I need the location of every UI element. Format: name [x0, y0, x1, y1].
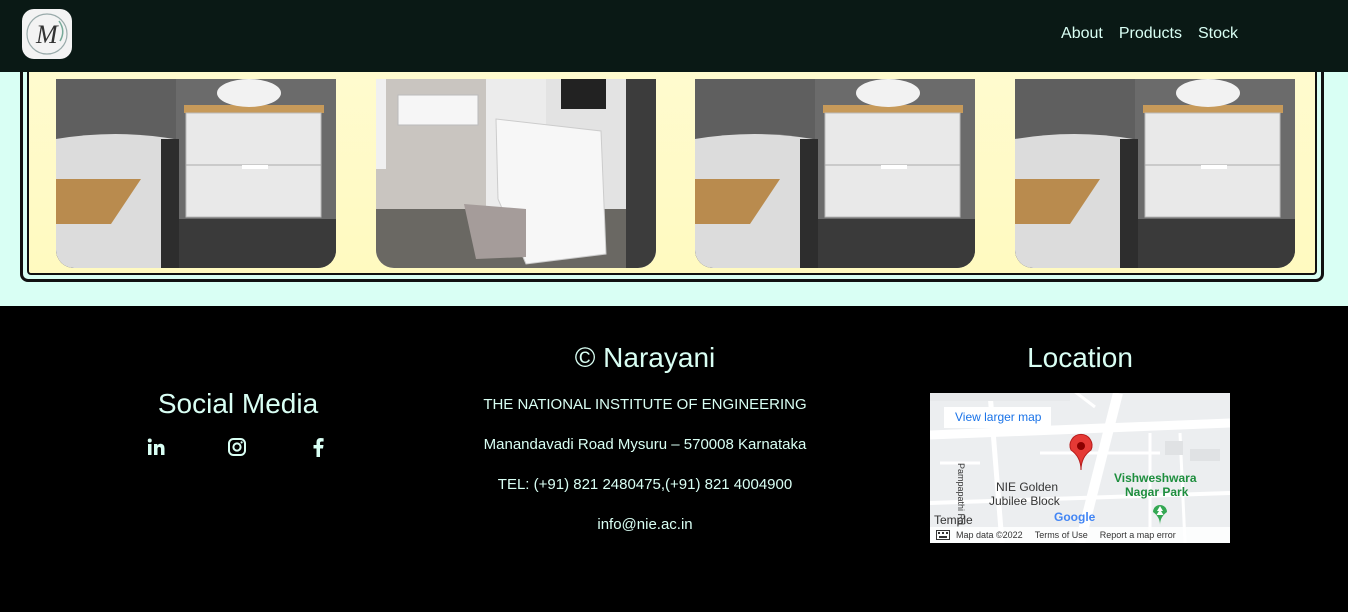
address-line: Manandavadi Road Mysuru – 570008 Karnata…: [483, 436, 807, 453]
nav-link-stock[interactable]: Stock: [1198, 25, 1238, 43]
park-tree-icon: [1153, 505, 1167, 525]
social-media-title: Social Media: [157, 388, 319, 419]
email-line[interactable]: info@nie.ac.in: [440, 516, 850, 533]
map-label-temple: Temple: [934, 513, 973, 527]
map-label-block-2: Jubilee Block: [989, 494, 1060, 508]
map-pin-icon: [1069, 433, 1093, 471]
product-image-vanity-2[interactable]: [695, 79, 975, 268]
nav-link-products[interactable]: Products: [1119, 25, 1182, 43]
nav-link-about[interactable]: About: [1061, 25, 1103, 43]
map-label-park-2: Nagar Park: [1125, 485, 1189, 499]
svg-text:M: M: [35, 20, 59, 49]
google-logo: Google: [1054, 510, 1096, 524]
nav-links: About Products Stock: [1061, 0, 1238, 68]
phone-line: TEL: (+91) 821 2480475,(+91) 821 4004900: [497, 476, 793, 493]
keyboard-icon[interactable]: [936, 530, 950, 540]
map-label-park-1: Vishweshwara: [1114, 471, 1197, 485]
location-title: Location: [1027, 342, 1133, 373]
map-data-text: Map data ©2022: [956, 530, 1023, 540]
institute-name: THE NATIONAL INSTITUTE OF ENGINEERING: [483, 396, 807, 413]
footer: Social Media © Narayani THE NATIONAL INS…: [0, 306, 1348, 612]
map-label-block-1: NIE Golden: [996, 480, 1059, 494]
copyright-title: © Narayani: [574, 342, 716, 373]
product-image-vanity-3[interactable]: [1015, 79, 1295, 268]
map-terms-link[interactable]: Terms of Use: [1035, 530, 1088, 540]
brand-logo[interactable]: M: [22, 9, 72, 59]
product-image-bathtub[interactable]: [376, 79, 656, 268]
social-icons: [146, 436, 328, 458]
product-gallery: [27, 47, 1317, 275]
map-label-road: Pampapathi Rd: [956, 463, 966, 526]
facebook-icon[interactable]: [308, 436, 328, 458]
location-map[interactable]: View larger map Vishweshwara Nagar Park …: [930, 393, 1230, 543]
product-gallery-frame: [20, 40, 1324, 282]
view-larger-map-link[interactable]: View larger map: [944, 407, 1052, 428]
linkedin-icon[interactable]: [146, 436, 166, 458]
instagram-icon[interactable]: [227, 436, 247, 458]
logo-icon: M: [26, 13, 68, 55]
map-report-link[interactable]: Report a map error: [1100, 530, 1176, 540]
map-attribution-bar: Map data ©2022 Terms of Use Report a map…: [930, 527, 1230, 543]
product-image-vanity-1[interactable]: [56, 79, 336, 268]
top-navbar: M About Products Stock: [0, 0, 1348, 72]
